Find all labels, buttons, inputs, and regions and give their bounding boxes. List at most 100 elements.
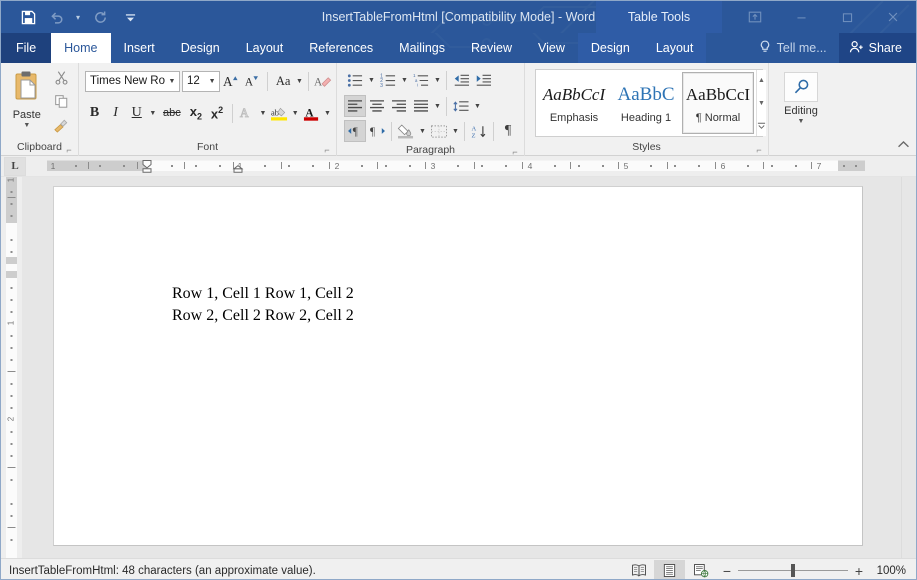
paste-button[interactable]: Paste ▼ [5, 66, 49, 140]
zoom-slider[interactable] [738, 560, 848, 580]
styles-more-icon[interactable] [757, 115, 766, 136]
font-color-icon[interactable]: A [302, 102, 321, 125]
clipboard-dialog-launcher-icon[interactable]: ⌐ [64, 145, 74, 155]
svg-text:A: A [223, 74, 233, 89]
undo-dropdown-icon[interactable]: ▾ [71, 4, 85, 30]
highlight-dropdown-icon[interactable]: ▼ [291, 102, 300, 125]
styles-dialog-launcher-icon[interactable]: ⌐ [754, 145, 764, 155]
multilevel-list-icon[interactable]: 1ai [410, 70, 432, 92]
document-canvas[interactable]: Row 1, Cell 1 Row 1, Cell 2 Row 2, Cell … [22, 177, 901, 558]
vertical-ruler[interactable]: 1 1 2 [1, 177, 22, 558]
tab-view[interactable]: View [525, 33, 578, 63]
sort-icon[interactable]: A Z [468, 120, 490, 142]
editing-dropdown-icon[interactable]: ▼ [798, 118, 805, 125]
zoom-slider-thumb[interactable] [791, 564, 795, 577]
cut-icon[interactable] [54, 70, 69, 90]
print-layout-icon[interactable] [654, 560, 685, 580]
increase-indent-icon[interactable] [472, 70, 494, 92]
change-case-icon[interactable]: Aa [273, 70, 294, 93]
share-button[interactable]: Share [839, 33, 916, 63]
undo-icon[interactable] [43, 4, 69, 30]
font-name-input[interactable]: Times New Ro ▼ [85, 71, 180, 92]
zoom-in-button[interactable]: + [848, 560, 870, 580]
bullets-icon[interactable] [344, 70, 366, 92]
show-formatting-marks-icon[interactable]: ¶ [497, 120, 519, 142]
styles-scroll-up-icon[interactable]: ▲ [757, 70, 766, 91]
font-dialog-launcher-icon[interactable]: ⌐ [322, 145, 332, 155]
text-highlight-color-icon[interactable]: ab [270, 102, 289, 125]
rtl-text-direction-icon[interactable]: ¶ [366, 120, 388, 142]
tab-table-tools-design[interactable]: Design [578, 33, 643, 63]
font-color-dropdown-icon[interactable]: ▼ [323, 102, 332, 125]
tab-home[interactable]: Home [51, 33, 110, 63]
subscript-button[interactable]: x2 [186, 102, 205, 125]
strikethrough-button[interactable]: abc [159, 102, 184, 125]
redo-icon[interactable] [87, 4, 113, 30]
text-effects-dropdown-icon[interactable]: ▼ [258, 102, 267, 125]
tab-insert[interactable]: Insert [111, 33, 168, 63]
maximize-icon[interactable] [824, 1, 870, 33]
ltr-text-direction-icon[interactable]: ¶ [344, 120, 366, 142]
zoom-out-button[interactable]: − [716, 560, 738, 580]
borders-icon[interactable] [428, 120, 450, 142]
collapse-ribbon-icon[interactable] [897, 140, 910, 152]
web-layout-icon[interactable] [685, 560, 716, 580]
shading-icon[interactable] [395, 120, 417, 142]
format-painter-icon[interactable] [53, 118, 69, 138]
tab-references[interactable]: References [296, 33, 386, 63]
vertical-scrollbar[interactable] [901, 177, 916, 558]
bullets-dropdown-icon[interactable]: ▼ [366, 69, 377, 92]
numbering-dropdown-icon[interactable]: ▼ [399, 69, 410, 92]
tab-file[interactable]: File [1, 33, 51, 63]
font-name-dropdown-icon[interactable]: ▼ [165, 78, 179, 85]
tab-table-tools-layout[interactable]: Layout [643, 33, 707, 63]
tab-review[interactable]: Review [458, 33, 525, 63]
font-size-input[interactable]: 12 ▼ [182, 71, 220, 92]
tab-layout[interactable]: Layout [233, 33, 297, 63]
customize-qat-icon[interactable] [123, 4, 137, 30]
align-right-icon[interactable] [388, 95, 410, 117]
copy-icon[interactable] [54, 94, 69, 114]
zoom-level-label[interactable]: 100% [870, 565, 910, 577]
ruler-bar: L 1 1 2 3 4 5 6 7 [1, 156, 916, 177]
tell-me-box[interactable]: Tell me... [749, 33, 839, 63]
shading-dropdown-icon[interactable]: ▼ [417, 120, 428, 143]
horizontal-ruler[interactable]: 1 1 2 3 4 5 6 7 [47, 160, 865, 173]
superscript-button[interactable]: x2 [207, 102, 226, 125]
underline-button[interactable]: U [127, 102, 146, 125]
numbering-icon[interactable]: 123 [377, 70, 399, 92]
clear-formatting-icon[interactable]: A [314, 70, 332, 93]
editing-button[interactable]: Editing ▼ [773, 66, 829, 125]
bold-button[interactable]: B [85, 102, 104, 125]
alignment-dropdown-icon[interactable]: ▼ [432, 95, 443, 118]
style-item-normal[interactable]: AaBbCcI ¶ Normal [682, 72, 754, 134]
shrink-font-icon[interactable]: A [243, 70, 262, 93]
align-center-icon[interactable] [366, 95, 388, 117]
multilevel-dropdown-icon[interactable]: ▼ [432, 69, 443, 92]
italic-button[interactable]: I [106, 102, 125, 125]
styles-scroll-down-icon[interactable]: ▼ [757, 93, 766, 114]
change-case-dropdown-icon[interactable]: ▼ [296, 70, 304, 93]
tab-mailings[interactable]: Mailings [386, 33, 458, 63]
line-spacing-icon[interactable] [450, 95, 472, 117]
style-item-emphasis[interactable]: AaBbCcI Emphasis [538, 72, 610, 134]
close-icon[interactable] [870, 1, 916, 33]
text-effects-icon[interactable]: A [237, 102, 256, 125]
paste-dropdown-icon[interactable]: ▼ [23, 122, 30, 130]
align-left-icon[interactable] [344, 95, 366, 117]
ribbon-display-options-icon[interactable] [732, 1, 778, 33]
read-mode-icon[interactable] [623, 560, 654, 580]
underline-dropdown-icon[interactable]: ▼ [148, 102, 157, 125]
font-size-dropdown-icon[interactable]: ▼ [205, 78, 219, 85]
grow-font-icon[interactable]: A [222, 70, 241, 93]
minimize-icon[interactable] [778, 1, 824, 33]
tab-design[interactable]: Design [168, 33, 233, 63]
decrease-indent-icon[interactable] [450, 70, 472, 92]
tab-stop-selector[interactable]: L [4, 157, 26, 176]
line-spacing-dropdown-icon[interactable]: ▼ [472, 95, 483, 118]
style-item-heading-1[interactable]: AaBbC Heading 1 [610, 72, 682, 134]
save-icon[interactable] [15, 4, 41, 30]
document-page[interactable]: Row 1, Cell 1 Row 1, Cell 2 Row 2, Cell … [53, 186, 863, 546]
justify-icon[interactable] [410, 95, 432, 117]
borders-dropdown-icon[interactable]: ▼ [450, 120, 461, 143]
